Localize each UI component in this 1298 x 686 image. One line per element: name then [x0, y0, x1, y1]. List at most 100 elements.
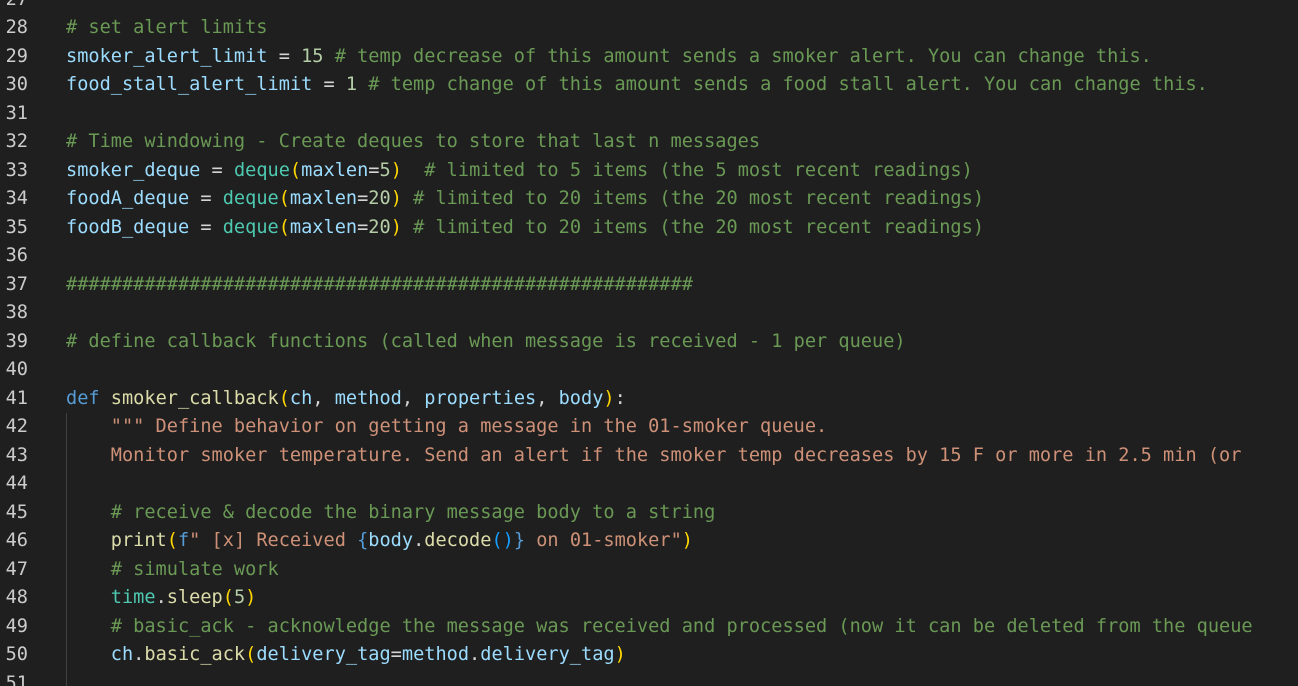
code-text: time.sleep(5) [66, 584, 257, 613]
code-token: method [401, 644, 470, 665]
code-token: ) [681, 530, 693, 551]
code-line[interactable]: 36 [0, 242, 1298, 271]
code-token: foodA_deque [66, 188, 190, 209]
code-token: smoker_deque [66, 159, 201, 181]
code-token: delivery_tag [480, 644, 615, 665]
code-token: = [200, 159, 234, 181]
line-number: 46 [5, 530, 28, 551]
code-token: ( [245, 644, 257, 665]
code-line[interactable]: 47 # simulate work [0, 555, 1298, 584]
code-text: foodA_deque = deque(maxlen=20) # limited… [66, 185, 984, 214]
code-token: f [177, 530, 190, 551]
code-line[interactable]: 41 def smoker_callback(ch, method, proper… [0, 385, 1298, 414]
code-text: def smoker_callback(ch, method, properti… [66, 385, 626, 414]
line-number: 48 [5, 587, 28, 608]
code-token: basic_ack [144, 644, 246, 665]
code-line[interactable]: 28 # set alert limits [0, 14, 1298, 43]
code-text: print(f" [x] Received {body.decode()} on… [66, 527, 693, 556]
code-token: method [334, 387, 402, 409]
code-token: = [189, 188, 223, 209]
code-text: # Time windowing - Create deques to stor… [66, 128, 760, 157]
code-token: { [357, 530, 369, 551]
line-number: 30 [5, 74, 28, 95]
code-text: food_stall_alert_limit = 1 # temp change… [66, 71, 1208, 100]
code-line[interactable]: 48 time.sleep(5) [0, 584, 1298, 613]
code-token: ( [278, 216, 290, 238]
code-text: smoker_deque = deque(maxlen=5) # limited… [66, 157, 973, 186]
code-token: # simulate work [110, 558, 279, 580]
code-token: 20 [368, 188, 391, 209]
code-line[interactable]: 49 # basic_ack - acknowledge the message… [0, 612, 1298, 642]
code-token: ) [603, 387, 615, 409]
indent-guide [66, 669, 67, 686]
code-text: smoker_alert_limit = 15 # temp decrease … [66, 43, 1152, 72]
code-line[interactable]: 42 """ Define behavior on getting a mess… [0, 413, 1298, 442]
code-text: foodB_deque = deque(maxlen=20) # limited… [66, 214, 984, 243]
code-token: ( [222, 587, 234, 608]
code-line[interactable]: 40 [0, 356, 1298, 385]
code-token: . [155, 587, 167, 608]
line-number: 32 [5, 131, 28, 152]
code-text: Monitor smoker temperature. Send an aler… [66, 442, 1242, 471]
code-token: # define callback functions (called when… [66, 330, 906, 352]
code-line[interactable]: 35 foodB_deque = deque(maxlen=20) # limit… [0, 214, 1298, 243]
code-line[interactable]: 34 foodA_deque = deque(maxlen=20) # limit… [0, 185, 1298, 214]
code-line[interactable]: 37 ######################################… [0, 271, 1298, 300]
code-token: food_stall_alert_limit [66, 74, 313, 95]
code-token: time [110, 587, 156, 608]
code-line[interactable]: 33 smoker_deque = deque(maxlen=5) # limit… [0, 157, 1298, 186]
line-number: 49 [5, 615, 28, 637]
code-token: ) [614, 644, 626, 665]
code-editor[interactable]: 27 28 # set alert limits 29 smoker_alert_lim… [0, 0, 1298, 686]
code-line[interactable]: 44 [0, 470, 1298, 499]
code-line[interactable]: 30 food_stall_alert_limit = 1 # temp chan… [0, 71, 1298, 100]
code-token: deque [233, 159, 290, 181]
code-token: # set alert limits [66, 17, 268, 38]
code-token: 1 [345, 74, 358, 95]
line-number: 42 [5, 416, 28, 437]
code-token: smoker_callback [110, 387, 279, 409]
code-token: , [536, 387, 559, 409]
code-token: ch [110, 644, 134, 665]
code-token: = [189, 216, 223, 238]
code-token: properties [424, 387, 537, 409]
code-line[interactable]: 43 Monitor smoker temperature. Send an a… [0, 441, 1298, 471]
code-token: ( [289, 159, 302, 181]
code-line[interactable]: 45 # receive & decode the binary message… [0, 498, 1298, 527]
code-token: # Time windowing - Create deques to stor… [66, 131, 761, 152]
code-line[interactable]: 38 [0, 299, 1298, 328]
code-token: = [368, 159, 380, 181]
code-token: print [110, 530, 167, 551]
code-token: = [267, 45, 302, 67]
line-number: 40 [5, 359, 28, 380]
code-text: # basic_ack - acknowledge the message wa… [66, 613, 1253, 642]
code-line[interactable]: 29 smoker_alert_limit = 15 # temp decreas… [0, 43, 1298, 72]
code-line[interactable]: 31 [0, 100, 1298, 129]
code-token: maxlen [289, 216, 358, 238]
code-line[interactable]: 50 ch.basic_ack(delivery_tag=method.deli… [0, 641, 1298, 670]
code-line[interactable]: 39 # define callback functions (called wh… [0, 328, 1298, 357]
code-token: ( [278, 188, 290, 209]
code-line[interactable]: 27 [0, 0, 1298, 14]
code-token: " [x] Received [189, 530, 358, 551]
code-line[interactable]: 51 [0, 669, 1298, 686]
code-token: ) [390, 159, 402, 181]
code-token: , [312, 387, 335, 409]
code-token: 15 [301, 45, 324, 67]
code-token: def [66, 387, 100, 409]
code-token: . [133, 644, 145, 665]
code-text: ########################################… [66, 271, 693, 300]
code-line[interactable]: 46 print(f" [x] Received {body.decode()}… [0, 527, 1298, 556]
line-number: 34 [5, 188, 28, 209]
code-line[interactable]: 32 # Time windowing - Create deques to st… [0, 128, 1298, 157]
